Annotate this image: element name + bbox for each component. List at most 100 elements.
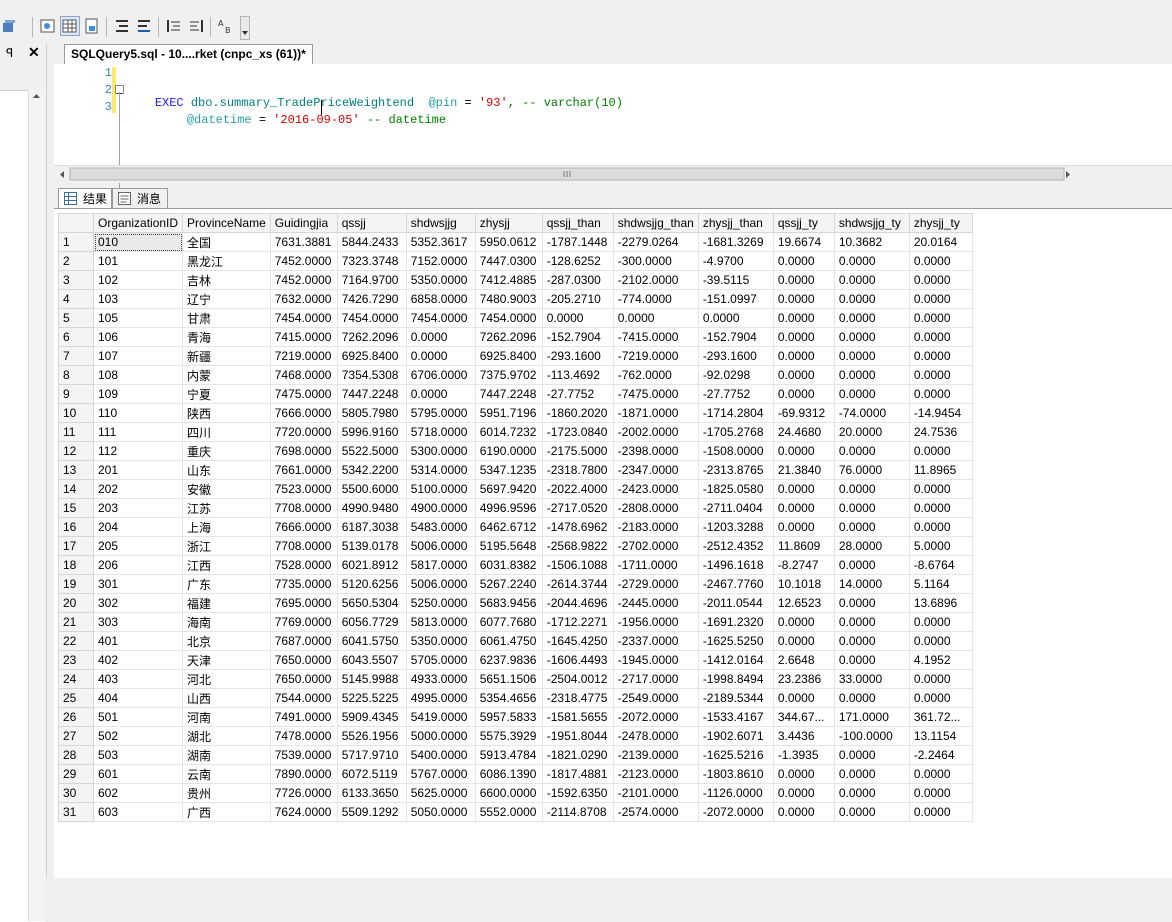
grid-cell[interactable]: -2568.9822	[541, 536, 614, 556]
grid-cell[interactable]: -8.2747	[772, 555, 835, 575]
column-header[interactable]: shdwsjjg_ty	[833, 213, 910, 233]
grid-cell[interactable]: 0.0000	[772, 365, 835, 385]
results-to-file-icon[interactable]	[82, 16, 102, 36]
grid-cell[interactable]: 0.0000	[908, 688, 973, 708]
grid-cell[interactable]: 5552.0000	[474, 802, 543, 822]
grid-cell[interactable]: 0.0000	[772, 327, 835, 347]
grid-cell[interactable]: 501	[92, 707, 184, 727]
grid-cell[interactable]: 0.0000	[908, 441, 973, 461]
grid-cell[interactable]: 上海	[182, 517, 271, 537]
grid-cell[interactable]: 7708.0000	[269, 536, 338, 556]
grid-cell[interactable]: 7720.0000	[269, 422, 338, 442]
grid-cell[interactable]: 7454.0000	[336, 308, 407, 328]
grid-cell[interactable]: 5717.9710	[336, 745, 407, 765]
grid-cell[interactable]: 7468.0000	[269, 365, 338, 385]
grid-cell[interactable]: -1712.2271	[541, 612, 614, 632]
comment-icon[interactable]	[112, 16, 132, 36]
grid-cell[interactable]: 76.0000	[833, 460, 910, 480]
grid-cell[interactable]: 0.0000	[772, 479, 835, 499]
grid-cell[interactable]: -2729.0000	[612, 574, 699, 594]
grid-cell[interactable]: 6043.5507	[336, 650, 407, 670]
grid-cell[interactable]: 7666.0000	[269, 403, 338, 423]
grid-cell[interactable]: -7475.0000	[612, 384, 699, 404]
grid-cell[interactable]: 5950.0612	[474, 232, 543, 252]
table-row[interactable]: 26 501 河南 7491.0000 5909.4345 5419.0000 5957.5…	[58, 707, 973, 727]
tab-messages[interactable]: 消息	[112, 188, 168, 208]
grid-cell[interactable]: 7164.9700	[336, 270, 407, 290]
table-row[interactable]: 10 110 陕西 7666.0000 5805.7980 5795.0000 5951.7…	[58, 403, 973, 423]
grid-cell[interactable]: 603	[92, 802, 184, 822]
grid-cell[interactable]: 7698.0000	[269, 441, 338, 461]
grid-cell[interactable]: 5813.0000	[405, 612, 476, 632]
grid-cell[interactable]: 10.3682	[833, 232, 910, 252]
grid-cell[interactable]: 6041.5750	[336, 631, 407, 651]
grid-cell[interactable]: 5050.0000	[405, 802, 476, 822]
grid-cell[interactable]: 6600.0000	[474, 783, 543, 803]
row-number-cell[interactable]: 1	[58, 232, 94, 252]
grid-cell[interactable]: -1711.0000	[612, 555, 699, 575]
grid-cell[interactable]: 5195.5648	[474, 536, 543, 556]
grid-cell[interactable]: 0.0000	[908, 251, 973, 271]
grid-cell[interactable]: 302	[92, 593, 184, 613]
grid-cell[interactable]: 33.0000	[833, 669, 910, 689]
grid-cell[interactable]: -1817.4881	[541, 764, 614, 784]
grid-cell[interactable]: 10.1018	[772, 574, 835, 594]
grid-cell[interactable]: 5139.0178	[336, 536, 407, 556]
grid-cell[interactable]: 6187.3038	[336, 517, 407, 537]
specify-values-icon[interactable]: AB	[216, 16, 236, 36]
grid-cell[interactable]: -14.9454	[908, 403, 973, 423]
grid-cell[interactable]: -2114.8708	[541, 802, 614, 822]
grid-cell[interactable]: 7454.0000	[405, 308, 476, 328]
grid-cell[interactable]: 7447.0300	[474, 251, 543, 271]
grid-cell[interactable]: 0.0000	[833, 346, 910, 366]
grid-cell[interactable]: 0.0000	[833, 650, 910, 670]
grid-cell[interactable]: 7890.0000	[269, 764, 338, 784]
grid-cell[interactable]: 204	[92, 517, 184, 537]
increase-indent-icon[interactable]	[186, 16, 206, 36]
row-number-cell[interactable]: 25	[58, 688, 94, 708]
row-number-cell[interactable]: 9	[58, 384, 94, 404]
grid-cell[interactable]: 5250.0000	[405, 593, 476, 613]
grid-cell[interactable]: 5483.0000	[405, 517, 476, 537]
grid-cell[interactable]: 106	[92, 327, 184, 347]
grid-cell[interactable]: -2478.0000	[612, 726, 699, 746]
grid-cell[interactable]: 5697.9420	[474, 479, 543, 499]
grid-cell[interactable]: 吉林	[182, 270, 271, 290]
grid-cell[interactable]: 0.0000	[772, 384, 835, 404]
grid-cell[interactable]: 江苏	[182, 498, 271, 518]
grid-cell[interactable]: 0.0000	[772, 441, 835, 461]
grid-cell[interactable]: -1871.0000	[612, 403, 699, 423]
grid-cell[interactable]: 5625.0000	[405, 783, 476, 803]
grid-cell[interactable]: 7528.0000	[269, 555, 338, 575]
grid-cell[interactable]: 6462.6712	[474, 517, 543, 537]
grid-cell[interactable]: -2717.0520	[541, 498, 614, 518]
grid-cell[interactable]: 5400.0000	[405, 745, 476, 765]
grid-cell[interactable]: -1803.8610	[697, 764, 774, 784]
grid-cell[interactable]: -1203.3288	[697, 517, 774, 537]
grid-cell[interactable]: -7415.0000	[612, 327, 699, 347]
table-row[interactable]: 4 103 辽宁 7632.0000 7426.7290 6858.0000 7480.90…	[58, 289, 973, 309]
grid-cell[interactable]: -74.0000	[833, 403, 910, 423]
grid-cell[interactable]: 5795.0000	[405, 403, 476, 423]
grid-cell[interactable]: -1681.3269	[697, 232, 774, 252]
grid-cell[interactable]: 4.1952	[908, 650, 973, 670]
grid-cell[interactable]: -1705.2768	[697, 422, 774, 442]
grid-cell[interactable]: 0.0000	[772, 346, 835, 366]
grid-cell[interactable]: 7219.0000	[269, 346, 338, 366]
grid-cell[interactable]: -2175.5000	[541, 441, 614, 461]
grid-cell[interactable]: 湖南	[182, 745, 271, 765]
grid-cell[interactable]: 0.0000	[908, 365, 973, 385]
grid-cell[interactable]: 0.0000	[908, 479, 973, 499]
grid-cell[interactable]: 110	[92, 403, 184, 423]
grid-cell[interactable]: 5767.0000	[405, 764, 476, 784]
grid-cell[interactable]: 6925.8400	[336, 346, 407, 366]
grid-cell[interactable]: 5000.0000	[405, 726, 476, 746]
grid-cell[interactable]: 0.0000	[833, 384, 910, 404]
grid-cell[interactable]: 山东	[182, 460, 271, 480]
grid-cell[interactable]: 天津	[182, 650, 271, 670]
grid-cell[interactable]: 7454.0000	[269, 308, 338, 328]
grid-cell[interactable]: 202	[92, 479, 184, 499]
grid-cell[interactable]: 206	[92, 555, 184, 575]
grid-cell[interactable]: 5996.9160	[336, 422, 407, 442]
grid-cell[interactable]: 6706.0000	[405, 365, 476, 385]
